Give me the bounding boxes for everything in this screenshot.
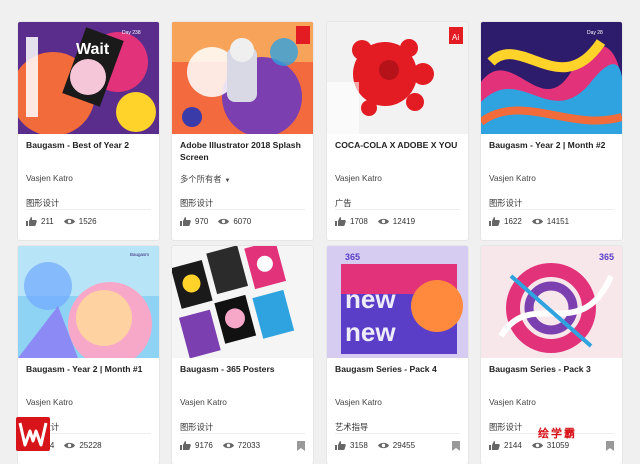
- project-thumbnail[interactable]: [172, 246, 313, 358]
- thumb-text: 365: [345, 252, 360, 262]
- project-grid: Wait Day 238 Baugasm - Best of Year 2 Va…: [0, 0, 640, 464]
- project-stats: 211 1526: [26, 217, 107, 226]
- project-title[interactable]: Baugasm Series - Pack 4: [335, 363, 463, 375]
- project-card[interactable]: Wait Day 238 Baugasm - Best of Year 2 Va…: [18, 22, 159, 240]
- thumb-text: Baugasm: [130, 252, 149, 257]
- divider: [335, 433, 460, 434]
- project-card[interactable]: new new 365 Baugasm Series - Pack 4 Vasj…: [327, 246, 468, 464]
- like-count: 2144: [504, 441, 522, 450]
- project-field[interactable]: 图形设计: [180, 421, 213, 433]
- thumbs-up-icon: [489, 441, 500, 450]
- project-card[interactable]: Day 28 Baugasm - Year 2 | Month #2 Vasje…: [481, 22, 622, 240]
- project-stats: 3158 29455: [335, 441, 425, 450]
- like-count: 970: [195, 217, 209, 226]
- divider: [26, 209, 151, 210]
- project-stats: 970 6070: [180, 217, 261, 226]
- project-stats: 1708 12419: [335, 217, 425, 226]
- thumbs-up-icon: [180, 441, 191, 450]
- like-count: 1708: [350, 217, 368, 226]
- project-owner[interactable]: Vasjen Katro: [335, 173, 382, 183]
- project-thumbnail[interactable]: Ai: [327, 22, 468, 134]
- eye-icon: [63, 218, 75, 225]
- project-title[interactable]: Baugasm - Year 2 | Month #2: [489, 139, 617, 151]
- thumbs-up-icon: [489, 217, 500, 226]
- like-count: 9176: [195, 441, 213, 450]
- project-stats: 9176 72033: [180, 441, 270, 450]
- project-title[interactable]: Adobe Illustrator 2018 Splash Screen: [180, 139, 308, 163]
- view-count: 25228: [79, 441, 102, 450]
- like-count: 1622: [504, 217, 522, 226]
- project-thumbnail[interactable]: new new 365: [327, 246, 468, 358]
- project-title[interactable]: Baugasm - 365 Posters: [180, 363, 308, 375]
- eye-icon: [222, 442, 234, 449]
- project-card[interactable]: Adobe Illustrator 2018 Splash Screen 多个所…: [172, 22, 313, 240]
- project-owners-dropdown[interactable]: 多个所有者 ▼: [180, 173, 230, 185]
- thumb-text: new: [345, 317, 396, 347]
- thumbs-up-icon: [335, 441, 346, 450]
- project-card[interactable]: Ai COCA-COLA X ADOBE X YOU Vasjen Katro …: [327, 22, 468, 240]
- project-field[interactable]: 图形设计: [26, 197, 59, 209]
- project-thumbnail[interactable]: Day 28: [481, 22, 622, 134]
- view-count: 12419: [392, 217, 416, 226]
- project-owner[interactable]: Vasjen Katro: [489, 397, 536, 407]
- eye-icon: [64, 442, 76, 449]
- project-field[interactable]: 图形设计: [489, 421, 522, 433]
- project-thumbnail[interactable]: Wait Day 238: [18, 22, 159, 134]
- project-thumbnail[interactable]: 365: [481, 246, 622, 358]
- view-count: 14151: [546, 217, 570, 226]
- divider: [489, 209, 614, 210]
- like-count: 3158: [350, 441, 368, 450]
- thumb-text: new: [345, 284, 396, 314]
- thumbs-up-icon: [26, 217, 37, 226]
- eye-icon: [531, 442, 543, 449]
- view-count: 72033: [237, 441, 261, 450]
- thumbs-up-icon: [335, 217, 346, 226]
- view-count: 29455: [392, 441, 416, 450]
- project-owner[interactable]: Vasjen Katro: [335, 397, 382, 407]
- bookmark-icon[interactable]: [297, 441, 305, 451]
- view-count: 31059: [546, 441, 570, 450]
- eye-icon: [377, 218, 389, 225]
- watermark-logo: [16, 417, 50, 451]
- thumbs-up-icon: [180, 217, 191, 226]
- project-owner[interactable]: Vasjen Katro: [489, 173, 536, 183]
- project-title[interactable]: COCA-COLA X ADOBE X YOU: [335, 139, 463, 151]
- project-card[interactable]: Baugasm - 365 Posters Vasjen Katro 图形设计 …: [172, 246, 313, 464]
- thumb-text: Day 238: [122, 30, 141, 36]
- divider: [180, 433, 305, 434]
- thumb-text: 365: [599, 252, 614, 262]
- thumb-text: Day 28: [587, 30, 603, 36]
- project-stats: 1622 14151: [489, 217, 579, 226]
- project-thumbnail[interactable]: Baugasm: [18, 246, 159, 358]
- project-thumbnail[interactable]: [172, 22, 313, 134]
- project-field[interactable]: 艺术指导: [335, 421, 368, 433]
- bookmark-icon[interactable]: [452, 441, 460, 451]
- project-title[interactable]: Baugasm - Best of Year 2: [26, 139, 154, 151]
- watermark-text: 绘学霸: [538, 428, 577, 440]
- thumb-text: Wait: [76, 41, 110, 58]
- project-owner[interactable]: Vasjen Katro: [26, 173, 73, 183]
- caret-down-icon: ▼: [224, 178, 231, 184]
- thumb-text: Ai: [452, 33, 459, 42]
- view-count: 1526: [78, 217, 97, 226]
- eye-icon: [531, 218, 543, 225]
- project-field[interactable]: 广告: [335, 197, 352, 209]
- divider: [180, 209, 305, 210]
- divider: [335, 209, 460, 210]
- project-field[interactable]: 图形设计: [180, 197, 213, 209]
- project-stats: 2144 31059: [489, 441, 579, 450]
- project-owner[interactable]: Vasjen Katro: [26, 397, 73, 407]
- eye-icon: [218, 218, 230, 225]
- project-field[interactable]: 图形设计: [489, 197, 522, 209]
- eye-icon: [377, 442, 389, 449]
- project-title[interactable]: Baugasm - Year 2 | Month #1: [26, 363, 154, 375]
- project-owner: 多个所有者: [180, 174, 222, 184]
- project-owner[interactable]: Vasjen Katro: [180, 397, 227, 407]
- like-count: 211: [41, 217, 54, 226]
- project-title[interactable]: Baugasm Series - Pack 3: [489, 363, 617, 375]
- bookmark-icon[interactable]: [606, 441, 614, 451]
- view-count: 6070: [233, 217, 252, 226]
